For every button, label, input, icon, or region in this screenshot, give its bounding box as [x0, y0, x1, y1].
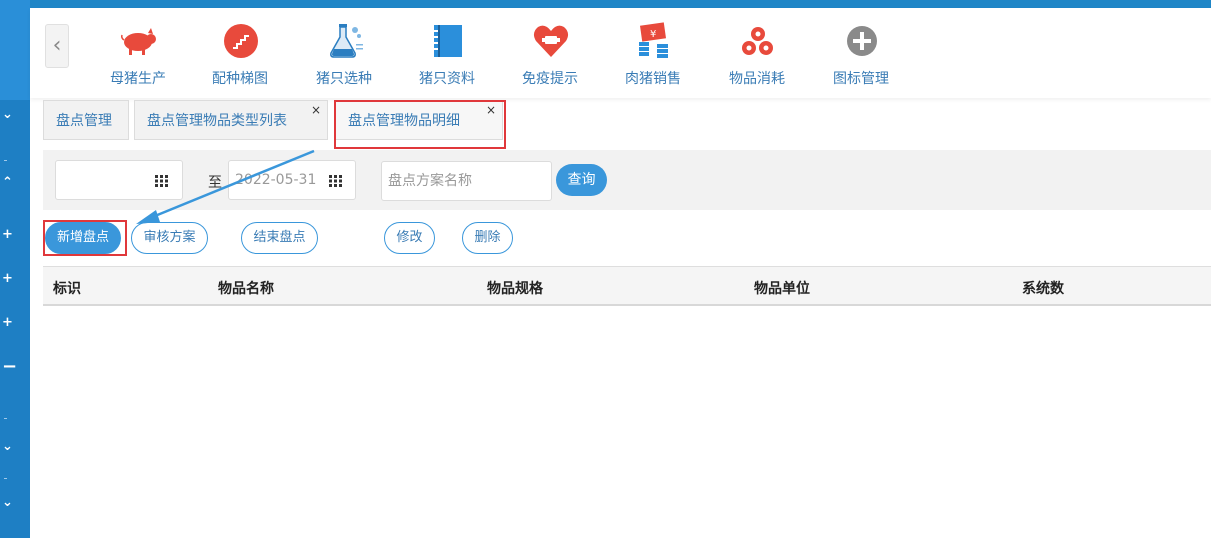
sidebar-plus-icon[interactable]: +	[0, 264, 30, 294]
nav-item-label: 肉猪销售	[625, 71, 681, 87]
plan-name-placeholder: 盘点方案名称	[388, 173, 472, 189]
sidebar-collapse-icon[interactable]: ⌄	[0, 432, 30, 462]
nav-item-label: 图标管理	[833, 71, 889, 87]
calendar-grid-icon[interactable]	[329, 175, 343, 187]
nav-item-label: 猪只资料	[419, 71, 475, 87]
module-icon-bar: ‹ 母猪生产 配种梯图 猪只选种 猪只资料 免疫提示 ¥ 肉猪销售 物品消耗 图…	[30, 8, 1211, 98]
tab-label: 盘点管理	[56, 113, 112, 129]
svg-text:¥: ¥	[650, 29, 656, 40]
nav-item-label: 物品消耗	[729, 71, 785, 87]
nav-item-icon-management[interactable]: 图标管理	[816, 16, 906, 90]
calendar-grid-icon[interactable]	[155, 175, 169, 187]
highlight-box	[334, 100, 506, 149]
end-date-value: 2022-05-31	[235, 172, 317, 188]
nav-item-immunization-reminder[interactable]: 免疫提示	[505, 16, 595, 90]
finish-inventory-button[interactable]: 结束盘点	[241, 222, 318, 254]
top-accent-bar	[0, 0, 1211, 8]
nav-item-pig-selection[interactable]: 猪只选种	[299, 16, 389, 90]
chevron-left-icon[interactable]: ‹	[45, 24, 69, 68]
tab-inventory-management[interactable]: 盘点管理	[43, 100, 129, 140]
sidebar-divider	[4, 478, 7, 479]
sidebar-expand-icon[interactable]: ⌃	[0, 168, 30, 198]
highlight-box	[43, 220, 127, 256]
flask-icon	[330, 24, 363, 58]
heart-icon	[533, 25, 569, 57]
query-button[interactable]: 查询	[556, 164, 607, 196]
close-icon[interactable]: ×	[311, 103, 321, 117]
nav-item-sow-production[interactable]: 母猪生产	[93, 16, 183, 90]
pig-icon	[121, 28, 156, 55]
stairs-icon	[224, 24, 258, 58]
nav-item-label: 猪只选种	[316, 71, 372, 87]
sidebar-divider	[4, 418, 7, 419]
delete-button[interactable]: 删除	[462, 222, 513, 254]
circles-icon	[742, 27, 773, 55]
sidebar-header	[0, 0, 30, 100]
tab-inventory-item-type-list[interactable]: 盘点管理物品类型列表 ×	[134, 100, 328, 140]
sidebar-collapse-icon[interactable]: ⌄	[0, 100, 30, 130]
nav-item-label: 免疫提示	[522, 71, 578, 87]
plan-name-input[interactable]: 盘点方案名称	[381, 161, 552, 201]
nav-item-label: 母猪生产	[110, 71, 166, 87]
plus-circle-icon	[847, 26, 877, 56]
filter-bar: 至 2022-05-31 盘点方案名称 查询	[43, 150, 1211, 210]
tab-label: 盘点管理物品类型列表	[147, 113, 287, 129]
nav-item-pig-records[interactable]: 猪只资料	[402, 16, 492, 90]
nav-item-label: 配种梯图	[212, 71, 268, 87]
edit-button[interactable]: 修改	[384, 222, 435, 254]
nav-item-pork-sales[interactable]: ¥ 肉猪销售	[608, 16, 698, 90]
date-range-separator: 至	[208, 175, 222, 191]
column-header[interactable]: 物品单位	[754, 278, 810, 298]
sidebar: ⌄ ⌃ + + + − ⌄ ⌄	[0, 0, 30, 538]
sidebar-collapse-icon[interactable]: ⌄	[0, 488, 30, 518]
column-header[interactable]: 物品名称	[218, 278, 274, 298]
column-header[interactable]: 系统数	[1022, 278, 1064, 298]
column-header[interactable]: 物品规格	[487, 278, 543, 298]
book-icon	[434, 25, 462, 57]
nav-item-material-consumption[interactable]: 物品消耗	[712, 16, 802, 90]
nav-item-breeding-chart[interactable]: 配种梯图	[195, 16, 285, 90]
sidebar-divider	[4, 160, 7, 161]
column-header[interactable]: 标识	[53, 278, 81, 298]
money-icon: ¥	[639, 22, 668, 58]
sidebar-plus-icon[interactable]: +	[0, 220, 30, 250]
table-header: 标识 物品名称 物品规格 物品单位 系统数	[43, 266, 1211, 306]
review-plan-button[interactable]: 审核方案	[131, 222, 208, 254]
sidebar-plus-icon[interactable]: +	[0, 308, 30, 338]
sidebar-minus-icon[interactable]: −	[0, 352, 30, 382]
